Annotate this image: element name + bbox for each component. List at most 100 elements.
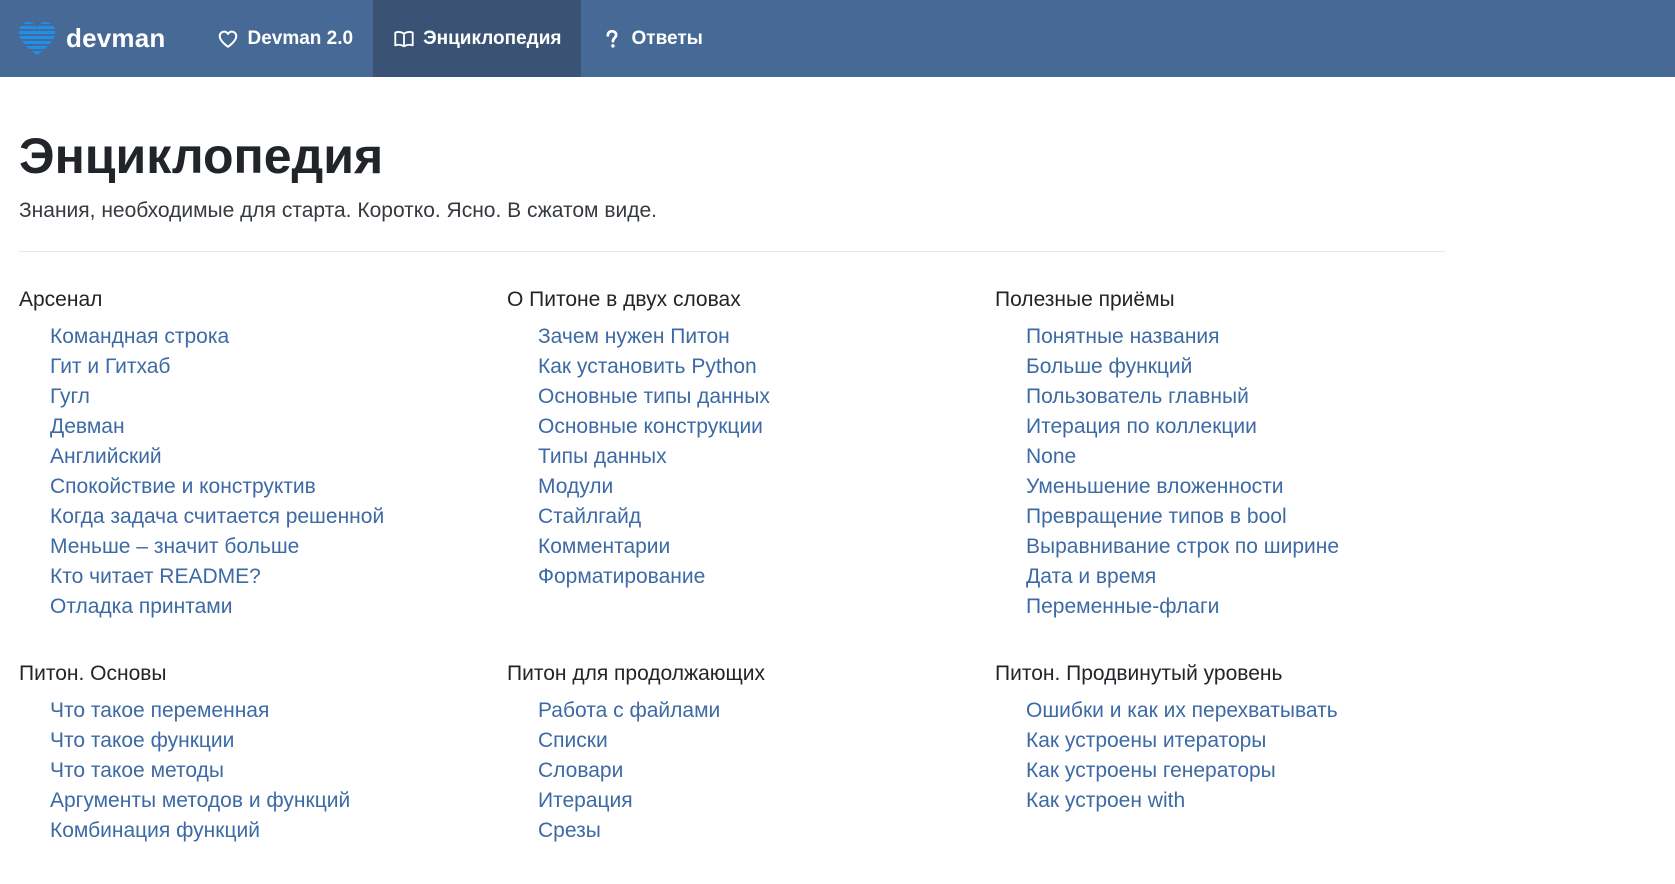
nav-item-devman-2[interactable]: Devman 2.0 — [197, 0, 373, 77]
nav-item-encyclopedia[interactable]: Энциклопедия — [373, 0, 582, 77]
article-link[interactable]: Работа с файлами — [538, 699, 720, 722]
list-item: None — [1026, 442, 1445, 472]
article-link[interactable]: Как установить Python — [538, 355, 757, 378]
article-link[interactable]: Как устроены итераторы — [1026, 729, 1266, 752]
list-item: Форматирование — [538, 562, 995, 592]
article-link[interactable]: Выравнивание строк по ширине — [1026, 535, 1339, 558]
list-item: Командная строка — [50, 322, 507, 352]
top-navbar: devman Devman 2.0 Энциклопедия Ответы — [0, 0, 1675, 77]
sections-grid: Арсенал Командная строка Гит и Гитхаб Гугл Д… — [19, 286, 1445, 884]
list-item: Гугл — [50, 382, 507, 412]
section-link-list: Понятные названия Больше функций Пользоват… — [995, 322, 1445, 622]
article-link[interactable]: Типы данных — [538, 445, 667, 468]
article-link[interactable]: Словари — [538, 759, 623, 782]
encyclopedia-section: О Питоне в двух словах Зачем нужен Питон К… — [507, 286, 995, 622]
article-link[interactable]: Ошибки и как их перехватывать — [1026, 699, 1338, 722]
page-subtitle: Знания, необходимые для старта. Коротко.… — [19, 199, 657, 222]
article-link[interactable]: Аргументы методов и функций — [50, 789, 350, 812]
article-link[interactable]: Отладка принтами — [50, 595, 232, 618]
article-link[interactable]: Списки — [538, 729, 608, 752]
article-link[interactable]: Уменьшение вложенности — [1026, 475, 1283, 498]
brand-name: devman — [66, 23, 166, 53]
article-link[interactable]: Девман — [50, 415, 125, 438]
article-link[interactable]: Переменные-флаги — [1026, 595, 1219, 618]
list-item: Отладка принтами — [50, 592, 507, 622]
list-item: Гит и Гитхаб — [50, 352, 507, 382]
article-link[interactable]: Модули — [538, 475, 613, 498]
open-book-icon — [393, 28, 415, 50]
article-link[interactable]: Итерация — [538, 789, 633, 812]
list-item: Что такое функции — [50, 726, 507, 756]
list-item: Аргументы методов и функций — [50, 786, 507, 816]
section-title: Арсенал — [19, 288, 103, 311]
article-link[interactable]: Спокойствие и конструктив — [50, 475, 316, 498]
list-item: Итерация — [538, 786, 995, 816]
list-item: Списки — [538, 726, 995, 756]
section-link-list: Зачем нужен Питон Как установить Python Ос… — [507, 322, 995, 592]
article-link[interactable]: Срезы — [538, 819, 601, 842]
list-item: Когда задача считается решенной — [50, 502, 507, 532]
article-link[interactable]: Что такое переменная — [50, 699, 269, 722]
article-link[interactable]: Меньше – значит больше — [50, 535, 299, 558]
article-link[interactable]: Зачем нужен Питон — [538, 325, 730, 348]
article-link[interactable]: Командная строка — [50, 325, 229, 348]
section-link-list: Ошибки и как их перехватывать Как устроен… — [995, 696, 1445, 816]
article-link[interactable]: Основные типы данных — [538, 385, 770, 408]
section-title: Питон. Основы — [19, 662, 167, 685]
list-item: Меньше – значит больше — [50, 532, 507, 562]
article-link[interactable]: Что такое методы — [50, 759, 224, 782]
list-item: Ошибки и как их перехватывать — [1026, 696, 1445, 726]
list-item: Типы данных — [538, 442, 995, 472]
heart-logo-icon — [19, 21, 55, 55]
article-link[interactable]: None — [1026, 445, 1076, 468]
list-item: Зачем нужен Питон — [538, 322, 995, 352]
article-link[interactable]: Основные конструкции — [538, 415, 763, 438]
page-title: Энциклопедия — [19, 128, 384, 184]
article-link[interactable]: Гит и Гитхаб — [50, 355, 170, 378]
encyclopedia-section: Арсенал Командная строка Гит и Гитхаб Гугл Д… — [19, 286, 507, 622]
encyclopedia-section: Питон. Основы Что такое переменная Что так… — [19, 660, 507, 846]
list-item: Как устроен with — [1026, 786, 1445, 816]
article-link[interactable]: Дата и время — [1026, 565, 1156, 588]
encyclopedia-section: Полезные приёмы Понятные названия Больше ф… — [995, 286, 1445, 622]
section-link-list: Что такое переменная Что такое функции Что… — [19, 696, 507, 846]
list-item: Комментарии — [538, 532, 995, 562]
article-link[interactable]: Превращение типов в bool — [1026, 505, 1287, 528]
section-link-list: Работа с файлами Списки Словари Итерация Сре… — [507, 696, 995, 846]
nav-item-answers[interactable]: Ответы — [581, 0, 722, 77]
section-title: О Питоне в двух словах — [507, 288, 741, 311]
article-link[interactable]: Итерация по коллекции — [1026, 415, 1257, 438]
article-link[interactable]: Гугл — [50, 385, 90, 408]
list-item: Переменные-флаги — [1026, 592, 1445, 622]
list-item: Что такое переменная — [50, 696, 507, 726]
article-link[interactable]: Когда задача считается решенной — [50, 505, 384, 528]
article-link[interactable]: Комментарии — [538, 535, 670, 558]
brand-link[interactable]: devman — [0, 0, 197, 77]
list-item: Работа с файлами — [538, 696, 995, 726]
list-item: Итерация по коллекции — [1026, 412, 1445, 442]
divider — [19, 251, 1445, 252]
article-link[interactable]: Стайлгайд — [538, 505, 641, 528]
list-item: Спокойствие и конструктив — [50, 472, 507, 502]
article-link[interactable]: Комбинация функций — [50, 819, 260, 842]
list-item: Стайлгайд — [538, 502, 995, 532]
list-item: Пользователь главный — [1026, 382, 1445, 412]
article-link[interactable]: Форматирование — [538, 565, 705, 588]
list-item: Основные конструкции — [538, 412, 995, 442]
article-link[interactable]: Кто читает README? — [50, 565, 261, 588]
question-mark-icon — [601, 28, 623, 50]
list-item: Кто читает README? — [50, 562, 507, 592]
list-item: Комбинация функций — [50, 816, 507, 846]
main-content: Энциклопедия Знания, необходимые для ста… — [19, 77, 1445, 884]
article-link[interactable]: Как устроены генераторы — [1026, 759, 1276, 782]
list-item: Превращение типов в bool — [1026, 502, 1445, 532]
article-link[interactable]: Что такое функции — [50, 729, 234, 752]
article-link[interactable]: Понятные названия — [1026, 325, 1220, 348]
article-link[interactable]: Больше функций — [1026, 355, 1192, 378]
article-link[interactable]: Как устроен with — [1026, 789, 1185, 812]
list-item: Больше функций — [1026, 352, 1445, 382]
list-item: Срезы — [538, 816, 995, 846]
article-link[interactable]: Английский — [50, 445, 162, 468]
article-link[interactable]: Пользователь главный — [1026, 385, 1249, 408]
list-item: Дата и время — [1026, 562, 1445, 592]
